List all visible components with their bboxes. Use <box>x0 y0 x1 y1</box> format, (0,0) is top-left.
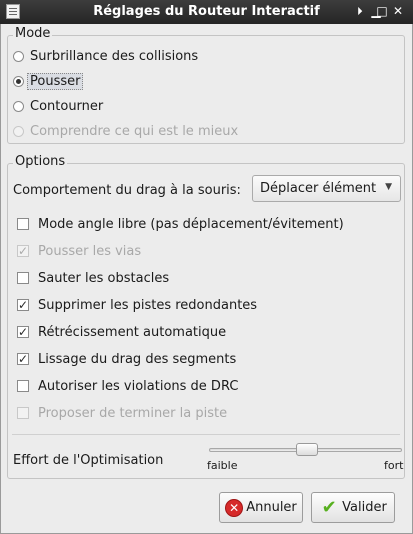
checkmark-icon: ✔ <box>321 496 337 518</box>
mode-group: Mode Surbrillance des collisions Pousser… <box>7 26 405 144</box>
check-label: Pousser les vias <box>38 243 142 259</box>
radio-collisions[interactable] <box>13 50 24 62</box>
effort-label: Effort de l'Optimisation <box>13 452 164 468</box>
ok-button-label: Valider <box>342 500 387 515</box>
pin-icon[interactable]: 🞂 <box>352 3 368 19</box>
check-remove-redundant[interactable]: ✓ Supprimer les pistes redondantes <box>17 295 257 315</box>
radio-walkaround[interactable] <box>13 100 24 112</box>
mode-option-smart: Comprendre ce qui est le mieux <box>13 121 238 141</box>
mode-option-label: Surbrillance des collisions <box>30 48 199 64</box>
checkbox[interactable] <box>17 272 29 284</box>
drag-behavior-row: Comportement du drag à la souris: <box>13 180 241 200</box>
ok-button[interactable]: ✔ Valider <box>311 492 395 523</box>
check-label: Lissage du drag des segments <box>38 351 237 367</box>
check-label: Mode angle libre (pas déplacement/évitem… <box>38 216 344 232</box>
mode-option-collisions[interactable]: Surbrillance des collisions <box>13 46 198 66</box>
check-suggest-finish: Proposer de terminer la piste <box>17 403 227 423</box>
check-auto-neckdown[interactable]: ✓ Rétrécissement automatique <box>17 322 226 342</box>
check-label: Autoriser les violations de DRC <box>38 378 239 394</box>
effort-max-label: fort <box>384 459 404 472</box>
options-group: Options Comportement du drag à la souris… <box>7 154 405 479</box>
dialog-body: Mode Surbrillance des collisions Pousser… <box>0 24 413 534</box>
checkbox[interactable] <box>17 218 29 230</box>
check-jump-obstacles[interactable]: Sauter les obstacles <box>17 268 169 288</box>
drag-behavior-label: Comportement du drag à la souris: <box>13 182 241 198</box>
cancel-button-label: Annuler <box>246 500 297 515</box>
check-label: Proposer de terminer la piste <box>38 405 228 421</box>
drag-behavior-value: Déplacer élément <box>260 181 377 196</box>
cancel-button[interactable]: ✕ Annuler <box>219 492 303 523</box>
options-group-title: Options <box>13 154 68 169</box>
check-free-angle[interactable]: Mode angle libre (pas déplacement/évitem… <box>17 214 344 234</box>
effort-row: Effort de l'Optimisation <box>13 450 163 470</box>
mode-group-title: Mode <box>13 26 53 41</box>
check-allow-drc[interactable]: Autoriser les violations de DRC <box>17 376 238 396</box>
maximize-icon[interactable]: □ <box>374 3 390 19</box>
drag-behavior-select[interactable]: Déplacer élément ▼ <box>252 175 401 202</box>
effort-min-label: faible <box>207 459 238 472</box>
mode-option-label: Contourner <box>30 98 104 114</box>
mode-option-push[interactable]: Pousser <box>13 71 84 91</box>
check-label: Supprimer les pistes redondantes <box>38 297 258 313</box>
close-icon[interactable]: ✕ <box>390 3 406 19</box>
mode-option-label: Comprendre ce qui est le mieux <box>30 123 239 139</box>
checkbox[interactable]: ✓ <box>17 326 29 338</box>
mode-option-label: Pousser <box>27 72 84 90</box>
title-bar[interactable]: Réglages du Routeur Interactif 🞂 ▁ □ ✕ <box>0 0 413 24</box>
mode-option-walkaround[interactable]: Contourner <box>13 96 103 116</box>
checkbox[interactable]: ✓ <box>17 299 29 311</box>
check-smooth-drag[interactable]: ✓ Lissage du drag des segments <box>17 349 236 369</box>
radio-push[interactable] <box>13 75 24 87</box>
checkbox <box>17 407 29 419</box>
separator <box>12 434 400 435</box>
effort-slider-handle[interactable] <box>296 443 318 456</box>
radio-smart <box>13 125 24 137</box>
check-push-vias: ✓ Pousser les vias <box>17 241 141 261</box>
check-label: Rétrécissement automatique <box>38 324 227 340</box>
cancel-icon: ✕ <box>225 498 244 517</box>
checkbox: ✓ <box>17 244 29 258</box>
checkbox[interactable] <box>17 380 29 392</box>
checkbox[interactable]: ✓ <box>17 353 29 365</box>
chevron-down-icon: ▼ <box>385 182 392 192</box>
check-label: Sauter les obstacles <box>38 270 170 286</box>
